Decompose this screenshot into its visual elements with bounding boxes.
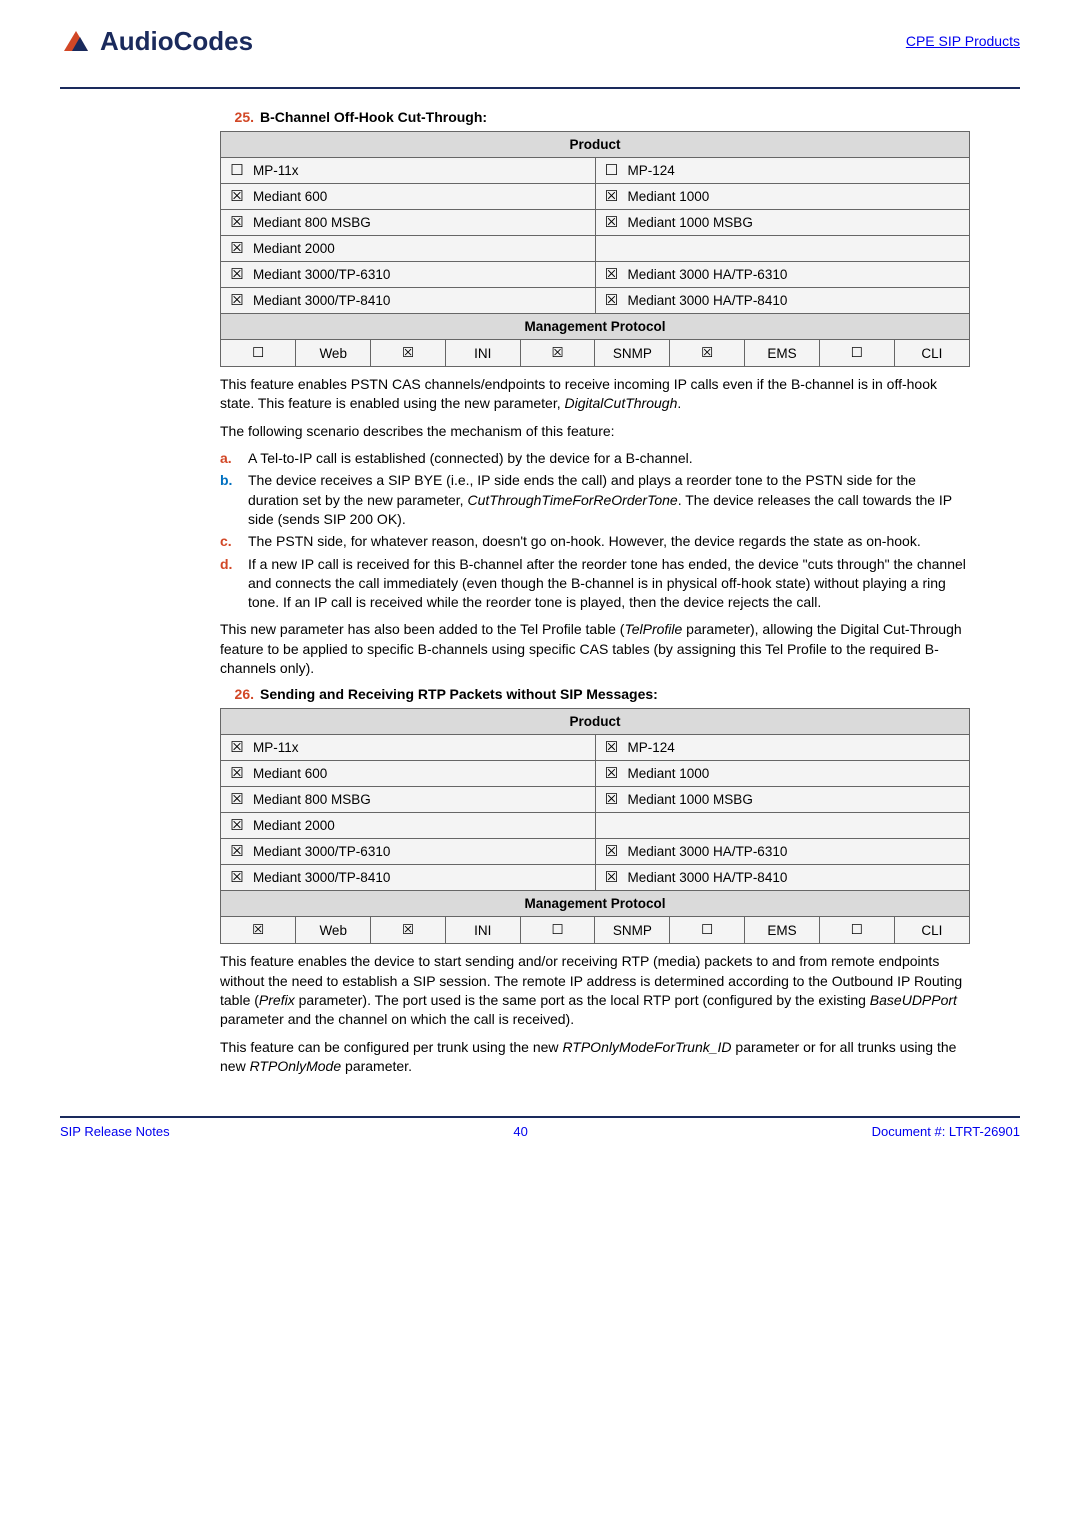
mgmt-header: Management Protocol <box>221 314 970 340</box>
table-row: ☒Mediant 2000 <box>221 813 970 839</box>
item-26: 26. Sending and Receiving RTP Packets wi… <box>220 686 970 1076</box>
table-row: ☒Mediant 3000/TP-6310☒Mediant 3000 HA/TP… <box>221 262 970 288</box>
list-item: a.A Tel-to-IP call is established (conne… <box>220 449 970 468</box>
item25-para3: This new parameter has also been added t… <box>220 620 970 678</box>
item-25-heading: 25. B-Channel Off-Hook Cut-Through: <box>220 109 970 125</box>
logo-icon <box>60 25 92 57</box>
table-header: Product <box>221 709 970 735</box>
footer-doc-number: Document #: LTRT-26901 <box>872 1124 1020 1139</box>
item25-para1: This feature enables PSTN CAS channels/e… <box>220 375 970 414</box>
logo: AudioCodes <box>60 25 253 57</box>
mgmt-header: Management Protocol <box>221 891 970 917</box>
table-row: ☒Mediant 2000 <box>221 236 970 262</box>
footer-page-number: 40 <box>513 1124 527 1139</box>
item-title: B-Channel Off-Hook Cut-Through: <box>260 109 487 125</box>
page-header: AudioCodes CPE SIP Products <box>60 25 1020 57</box>
mgmt-protocol-row: ☒ Web ☒ INI ☐ SNMP ☐ EMS ☐ CLI <box>221 917 970 944</box>
list-item: c.The PSTN side, for whatever reason, do… <box>220 532 970 551</box>
item-25: 25. B-Channel Off-Hook Cut-Through: Prod… <box>220 109 970 678</box>
table-row: ☒Mediant 800 MSBG☒Mediant 1000 MSBG <box>221 210 970 236</box>
table-row: ☒Mediant 600☒Mediant 1000 <box>221 761 970 787</box>
item25-para2: The following scenario describes the mec… <box>220 422 970 441</box>
product-table-25: Product ☐MP-11x☐MP-124 ☒Mediant 600☒Medi… <box>220 131 970 367</box>
table-row: ☒Mediant 3000/TP-6310☒Mediant 3000 HA/TP… <box>221 839 970 865</box>
mgmt-protocol-row: ☐ Web ☒ INI ☒ SNMP ☒ EMS ☐ CLI <box>221 340 970 367</box>
footer-left: SIP Release Notes <box>60 1124 170 1139</box>
table-row: ☐MP-11x☐MP-124 <box>221 158 970 184</box>
item-title: Sending and Receiving RTP Packets withou… <box>260 686 658 702</box>
product-table-26: Product ☒MP-11x☒MP-124 ☒Mediant 600☒Medi… <box>220 708 970 944</box>
item-number: 25. <box>220 109 254 125</box>
list-item: b.The device receives a SIP BYE (i.e., I… <box>220 471 970 529</box>
table-row: ☒MP-11x☒MP-124 <box>221 735 970 761</box>
table-row: ☒Mediant 3000/TP-8410☒Mediant 3000 HA/TP… <box>221 865 970 891</box>
header-divider <box>60 87 1020 89</box>
table-row: ☒Mediant 3000/TP-8410☒Mediant 3000 HA/TP… <box>221 288 970 314</box>
table-row: ☒Mediant 800 MSBG☒Mediant 1000 MSBG <box>221 787 970 813</box>
logo-text: AudioCodes <box>100 26 253 57</box>
item26-para2: This feature can be configured per trunk… <box>220 1038 970 1077</box>
item25-list: a.A Tel-to-IP call is established (conne… <box>220 449 970 613</box>
table-row: ☒Mediant 600☒Mediant 1000 <box>221 184 970 210</box>
item-26-heading: 26. Sending and Receiving RTP Packets wi… <box>220 686 970 702</box>
table-header: Product <box>221 132 970 158</box>
list-item: d.If a new IP call is received for this … <box>220 555 970 613</box>
item26-para1: This feature enables the device to start… <box>220 952 970 1029</box>
page-footer: SIP Release Notes 40 Document #: LTRT-26… <box>60 1116 1020 1139</box>
product-link[interactable]: CPE SIP Products <box>906 33 1020 49</box>
item-number: 26. <box>220 686 254 702</box>
